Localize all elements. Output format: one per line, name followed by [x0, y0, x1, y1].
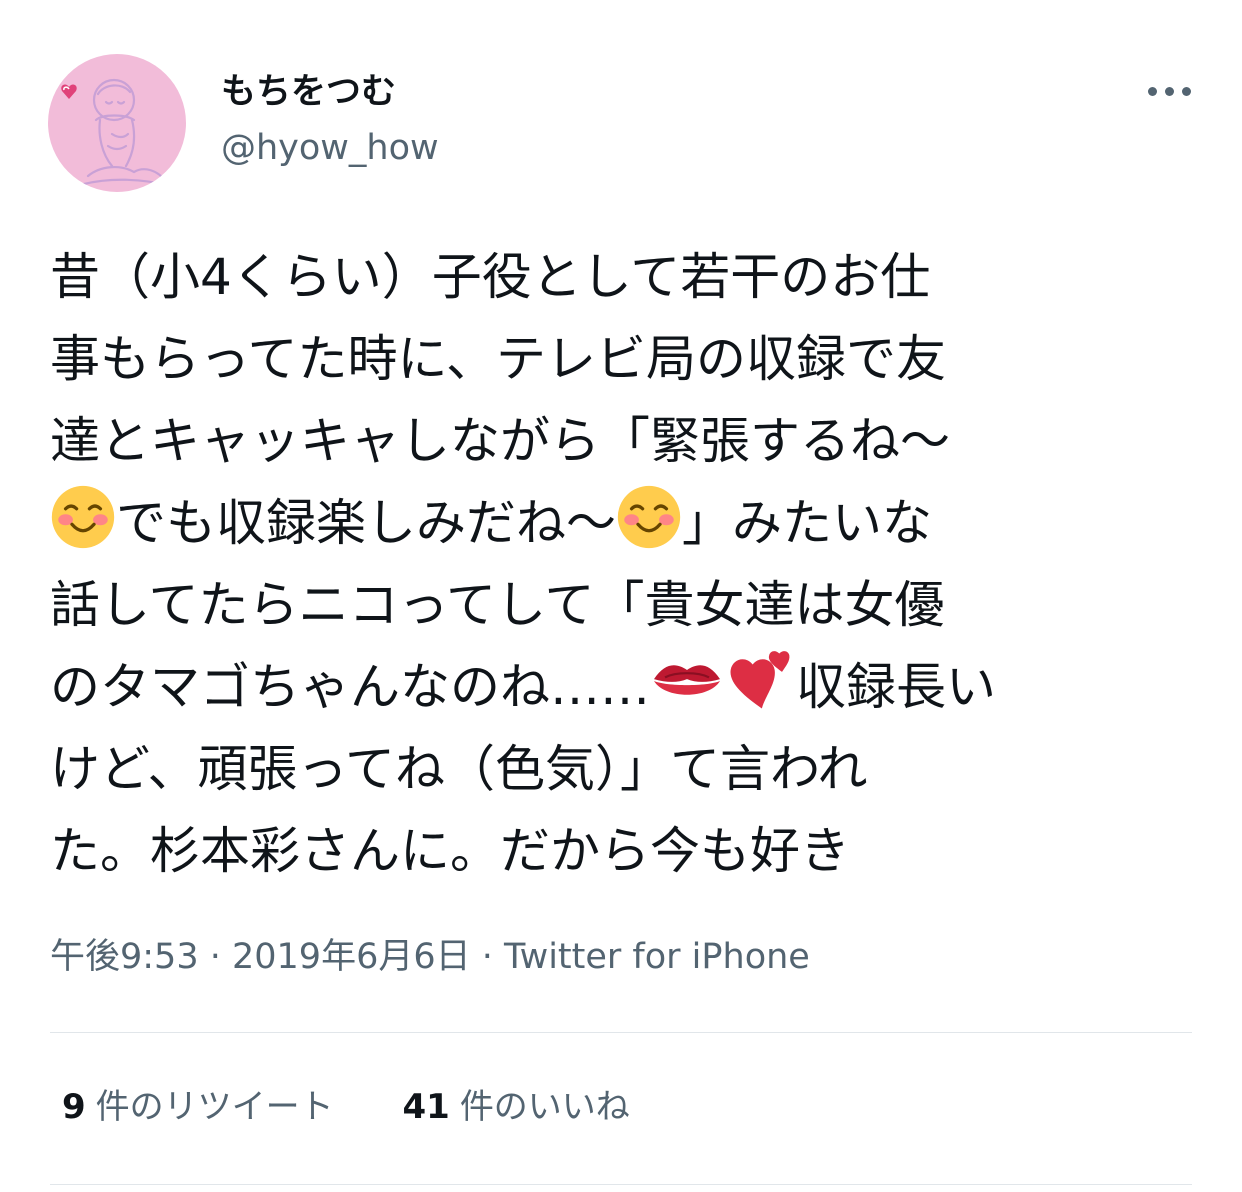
tweet-meta: 午後9:53 · 2019年6月6日 · Twitter for iPhone: [50, 932, 810, 982]
tweet-text-segment: けど、頑張ってね（色気）」て言われ: [50, 740, 868, 798]
tweet-date[interactable]: 2019年6月6日: [232, 937, 471, 977]
more-dots-icon: [1148, 87, 1157, 96]
meta-separator: ·: [198, 937, 232, 977]
tweet-text: 昔（小4くらい）子役として若干のお仕 事もらってた時に、テレビ局の収録で友 達と…: [50, 236, 1200, 892]
tweet-line: 話してたらニコってして「貴女達は女優: [50, 564, 1200, 646]
tweet-line: でも収録楽しみだね〜 」みたいな: [50, 482, 1200, 564]
tweet-text-segment: でも収録楽しみだね〜: [116, 494, 616, 552]
more-dots-icon: [1182, 87, 1191, 96]
tweet-text-segment: 達とキャッキャしながら「緊張するね〜: [50, 412, 950, 470]
retweet-label: 件のリツイート: [95, 1087, 334, 1127]
user-avatar[interactable]: [48, 54, 186, 192]
tweet-text-segment: 」みたいな: [682, 494, 932, 552]
like-label: 件のいいね: [459, 1087, 630, 1127]
like-count: 41: [402, 1087, 450, 1127]
more-options-button[interactable]: [1140, 74, 1200, 108]
tweet-line: た。杉本彩さんに。だから今も好き: [50, 810, 1200, 892]
two-hearts-icon: [724, 648, 796, 714]
tweet-text-segment: のタマゴちゃんなのね……: [50, 658, 650, 716]
tweet-line: のタマゴちゃんなのね…… 収録長い: [50, 646, 1200, 728]
kiss-mark-icon: [650, 648, 724, 714]
smiling-face-with-blush-icon: [50, 484, 116, 550]
meta-separator: ·: [470, 937, 504, 977]
divider: [50, 1184, 1192, 1185]
tweet-stats: 9 件のリツイート 41 件のいいね: [62, 1082, 630, 1132]
tweet-text-segment: た。杉本彩さんに。だから今も好き: [50, 822, 850, 880]
tweet-text-segment: 話してたらニコってして「貴女達は女優: [50, 576, 945, 634]
tweet-time[interactable]: 午後9:53: [50, 937, 199, 977]
tweet-text-segment: 事もらってた時に、テレビ局の収録で友: [50, 330, 946, 388]
more-dots-icon: [1165, 87, 1174, 96]
user-handle[interactable]: @hyow_how: [221, 126, 439, 170]
display-name[interactable]: もちをつむ: [221, 70, 396, 114]
smiling-face-with-blush-icon: [616, 484, 682, 550]
likes-stat[interactable]: 41 件のいいね: [402, 1082, 629, 1132]
retweet-count: 9: [62, 1087, 86, 1127]
tweet-text-segment: 収録長い: [796, 658, 996, 716]
tweet-line: 達とキャッキャしながら「緊張するね〜: [50, 400, 1200, 482]
tweet-line: けど、頑張ってね（色気）」て言われ: [50, 728, 1200, 810]
retweets-stat[interactable]: 9 件のリツイート: [62, 1082, 334, 1132]
tweet-line: 昔（小4くらい）子役として若干のお仕: [50, 236, 1200, 318]
divider: [50, 1032, 1192, 1033]
tweet-client-link[interactable]: Twitter for iPhone: [504, 937, 810, 977]
tweet-text-segment: 昔（小4くらい）子役として若干のお仕: [50, 248, 931, 306]
tweet-line: 事もらってた時に、テレビ局の収録で友: [50, 318, 1200, 400]
